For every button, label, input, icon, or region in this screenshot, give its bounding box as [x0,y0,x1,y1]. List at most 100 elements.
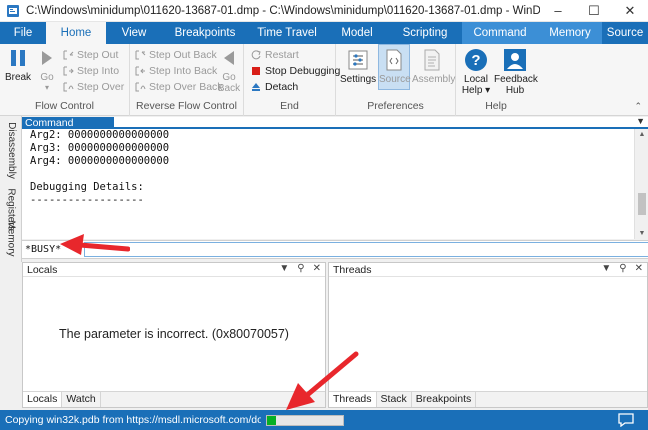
threads-pane-header: Threads ▼ ⚲ ✕ [329,263,647,277]
step-into-back-label: Step Into Back [149,64,218,77]
window-menu-dropdown-icon[interactable]: ▼ [636,116,645,126]
source-mode-button[interactable]: Source [378,44,411,90]
command-output-scrollbar[interactable]: ▲ ▼ [634,129,648,239]
step-out-back-label: Step Out Back [149,48,217,61]
annotation-arrow-progress [286,351,359,410]
ribbon-tab-bar: File Home View Breakpoints Time Travel M… [0,22,648,44]
ribbon: Break Go ▾ Step Out Step Into Step Over … [0,44,648,116]
pane-dropdown-icon[interactable]: ▼ [601,263,611,274]
preferences-group: Settings Source Assembly Preferences [336,44,456,116]
reverse-flow-control-group: Step Out Back Step Into Back Step Over B… [130,44,244,116]
threads-pane: Threads ▼ ⚲ ✕ Threads Stack Breakpoints [328,262,648,408]
step-into-back-button[interactable]: Step Into Back [134,63,217,78]
end-label: End [280,100,299,112]
detach-icon [252,82,260,91]
locals-pane: Locals ▼ ⚲ ✕ The parameter is incorrect.… [22,262,326,408]
break-label: Break [4,72,32,83]
tab-scripting[interactable]: Scripting [388,22,462,44]
tab-home[interactable]: Home [46,22,106,44]
restart-label: Restart [265,48,299,61]
locals-error-message: The parameter is incorrect. (0x80070057) [59,327,289,341]
step-out-button[interactable]: Step Out [62,47,118,62]
restart-button[interactable]: Restart [250,47,299,62]
step-into-back-icon [135,66,145,75]
threads-pane-controls: ▼ ⚲ ✕ [601,263,643,274]
side-tool-tabs: Disassembly Registers Memory [0,116,22,262]
tab-watch[interactable]: Watch [62,392,101,407]
tab-view[interactable]: View [106,22,162,44]
break-button[interactable]: Break [4,48,32,83]
tab-file[interactable]: File [0,22,46,44]
help-label: Help [485,100,507,112]
stop-icon [252,66,260,75]
stop-debugging-button[interactable]: Stop Debugging [250,63,340,78]
command-window-tab[interactable]: Command [22,117,114,129]
step-over-label: Step Over [77,80,125,93]
command-output[interactable]: Arg2: 0000000000000000 Arg3: 00000000000… [22,129,634,239]
step-over-icon [63,82,74,91]
go-button[interactable]: Go ▾ [36,48,58,92]
go-back-button[interactable]: Go Back [216,48,242,94]
step-into-button[interactable]: Step Into [62,63,119,78]
flow-control-label: Flow Control [35,100,94,112]
go-back-label-line2: Back [217,83,241,94]
go-back-label-line1: Go [222,72,236,83]
restart-icon [251,49,261,59]
step-out-icon [63,50,74,59]
tab-source[interactable]: Source [602,22,648,44]
step-out-back-button[interactable]: Step Out Back [134,47,217,62]
minimize-button[interactable]: – [540,0,576,22]
maximize-button[interactable]: ☐ [576,0,612,22]
step-into-label: Step Into [77,64,120,77]
preferences-label: Preferences [367,100,424,112]
scrollbar-thumb[interactable] [638,193,646,215]
feedback-hub-label-line1: Feedback [494,74,538,85]
tab-breakpoints[interactable]: Breakpoints [412,392,477,407]
output-line: Arg4: 0000000000000000 [30,155,170,167]
step-over-button[interactable]: Step Over [62,79,124,94]
local-help-button[interactable]: ? Local Help ▾ [460,48,492,96]
close-button[interactable]: ✕ [612,0,648,22]
tab-command[interactable]: Command [462,22,538,44]
windbg-app-icon [7,4,19,17]
source-label: Source [379,74,411,85]
close-pane-icon[interactable]: ✕ [635,263,643,274]
tab-model[interactable]: Model [326,22,388,44]
locals-pane-controls: ▼ ⚲ ✕ [279,263,321,274]
output-line: Debugging Details: [30,181,144,193]
detach-button[interactable]: Detach [250,79,298,94]
tab-breakpoints[interactable]: Breakpoints [162,22,248,44]
pane-dropdown-icon[interactable]: ▼ [279,263,289,274]
step-over-back-button[interactable]: Step Over Back [134,79,223,94]
tab-time-travel[interactable]: Time Travel [248,22,326,44]
pin-icon[interactable]: ⚲ [619,263,626,274]
settings-button[interactable]: Settings [340,48,376,85]
threads-pane-tabs: Threads Stack Breakpoints [329,391,647,407]
pin-icon[interactable]: ⚲ [297,263,304,274]
scroll-down-icon[interactable]: ▼ [635,230,648,237]
tab-locals[interactable]: Locals [23,392,63,407]
collapse-ribbon-icon[interactable]: ⌃ [634,101,642,112]
flow-control-group: Break Go ▾ Step Out Step Into Step Over … [0,44,130,116]
tab-stack[interactable]: Stack [377,392,412,407]
end-group: Restart Stop Debugging Detach End [244,44,340,116]
side-tab-disassembly[interactable]: Disassembly [0,120,22,180]
side-tab-disassembly-label: Disassembly [5,121,17,179]
assembly-icon [424,49,440,71]
tab-memory[interactable]: Memory [538,22,602,44]
side-tab-memory[interactable]: Memory [0,218,22,258]
progress-fill [267,416,277,425]
close-pane-icon[interactable]: ✕ [313,263,321,274]
side-tab-memory-label: Memory [5,219,17,257]
go-label: Go [40,72,54,83]
command-input[interactable] [84,242,648,257]
reverse-play-icon [224,51,234,65]
play-icon [42,51,52,65]
assembly-mode-button[interactable]: Assembly [412,48,455,85]
threads-pane-title: Threads [333,264,372,276]
scroll-up-icon[interactable]: ▲ [635,131,648,138]
feedback-chat-icon[interactable] [618,413,634,427]
feedback-hub-button[interactable]: Feedback Hub [494,48,538,96]
step-into-icon [63,66,74,75]
